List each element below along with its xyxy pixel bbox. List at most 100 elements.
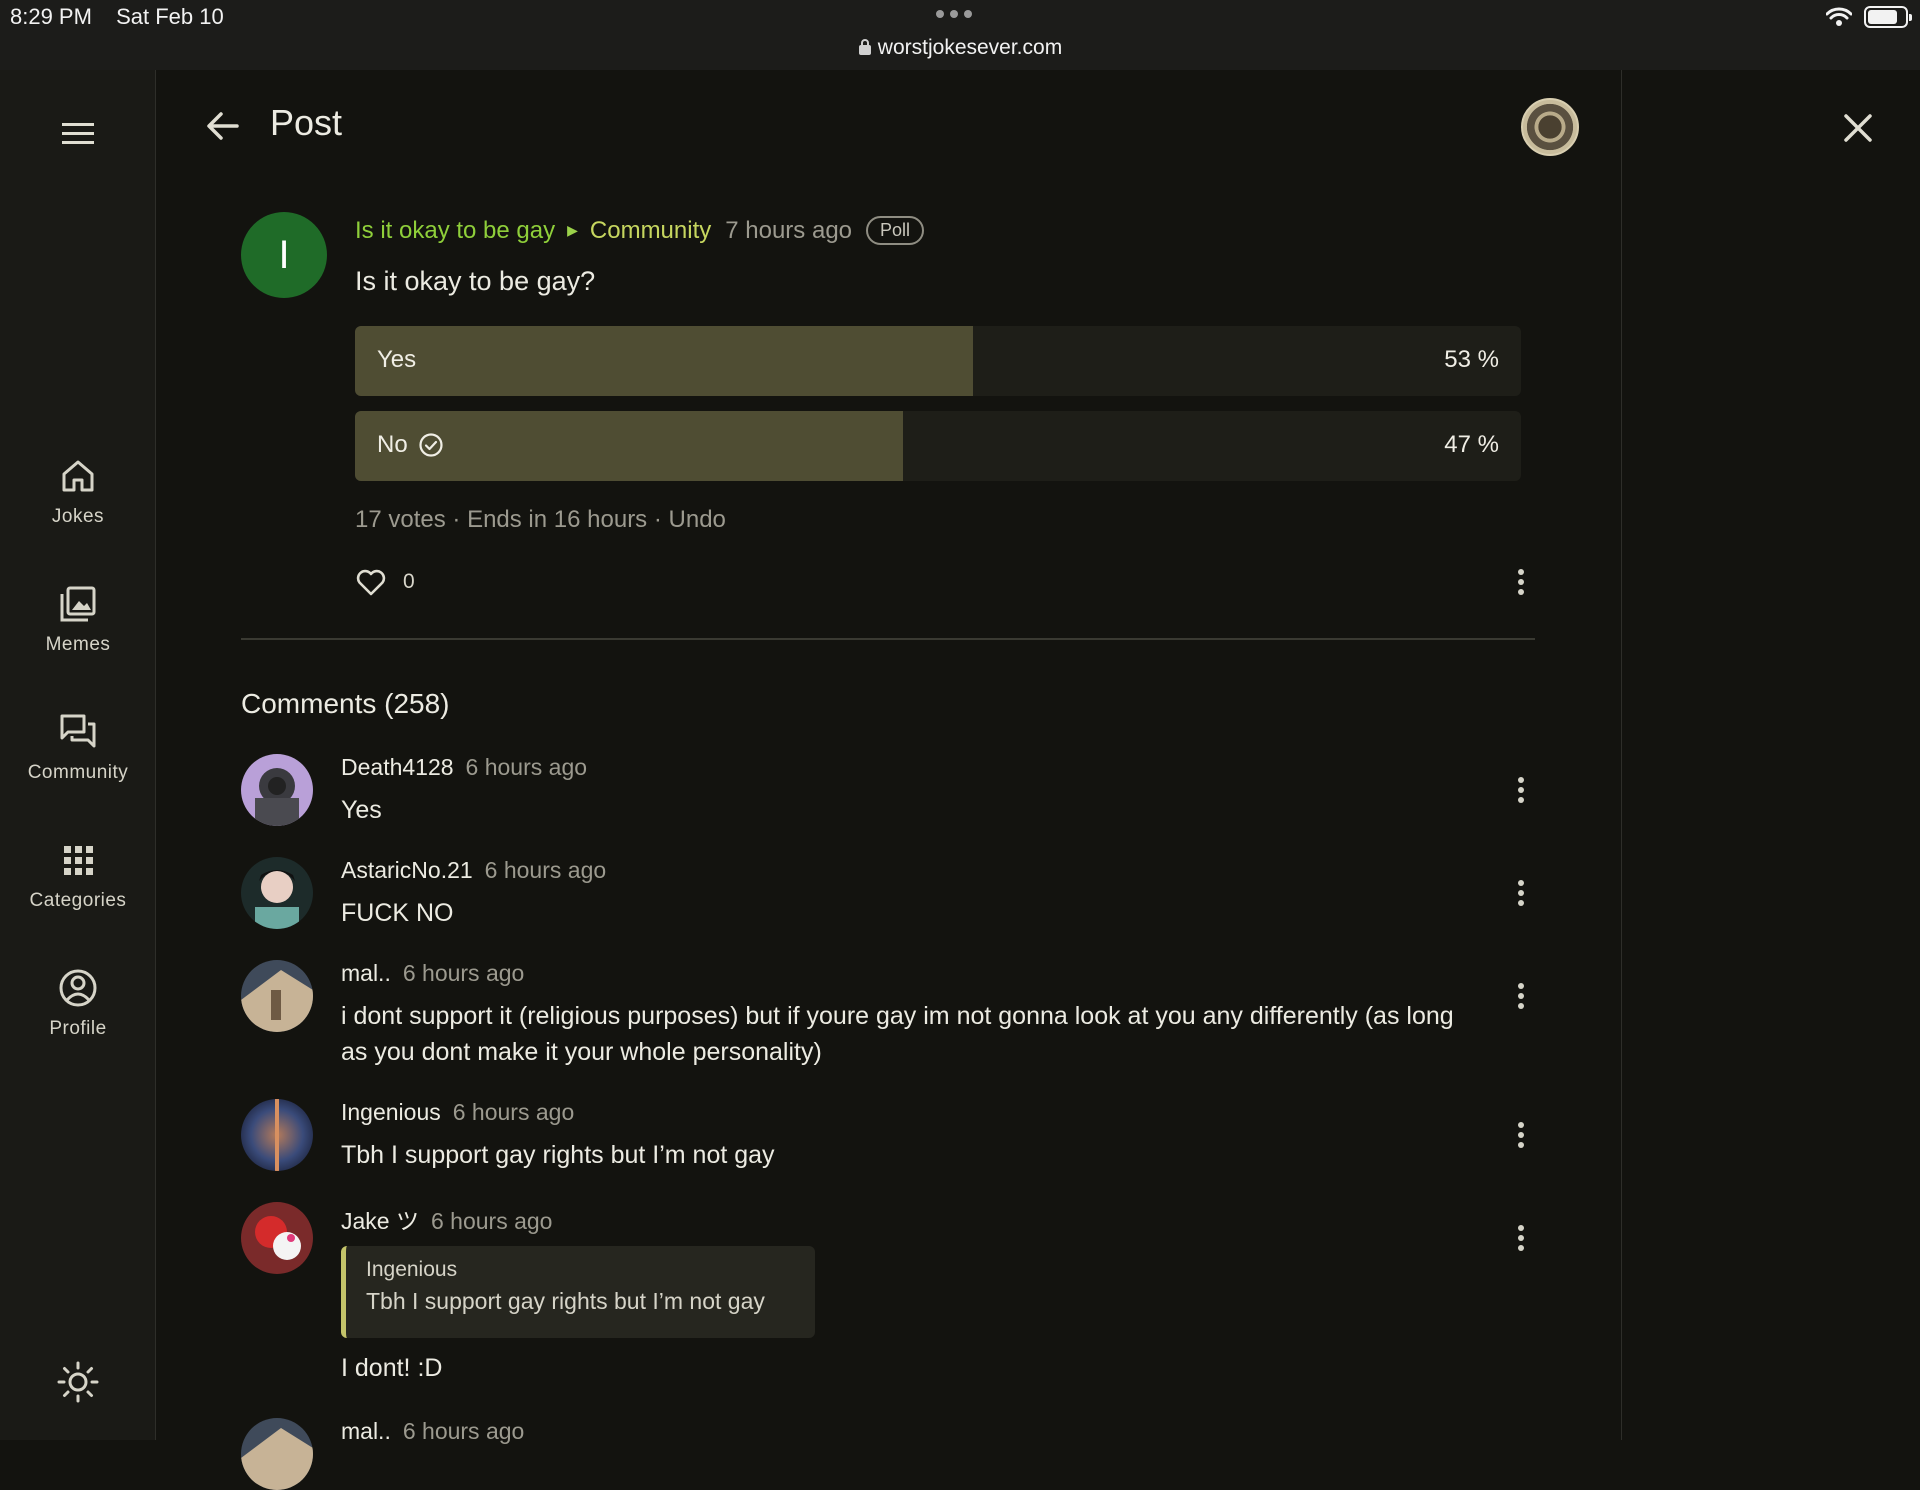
- status-clock: 8:29 PM Sat Feb 10: [10, 4, 242, 30]
- nav-item-categories[interactable]: Categories: [0, 840, 156, 912]
- poll-option-text: Yes: [377, 346, 417, 373]
- grid-icon: [64, 846, 93, 875]
- caret-right-icon: ▶: [567, 222, 578, 238]
- poll-option-text: No: [377, 431, 408, 458]
- comment-more-options-icon[interactable]: [1509, 1220, 1533, 1256]
- comment-username[interactable]: Death4128: [341, 754, 454, 780]
- nav-item-jokes[interactable]: Jokes: [0, 456, 156, 528]
- comment-timestamp: 6 hours ago: [402, 960, 525, 986]
- hamburger-menu-icon[interactable]: [60, 116, 96, 152]
- comment-header: Jake ツ 6 hours ago: [341, 1202, 552, 1236]
- comment-username[interactable]: mal..: [341, 960, 391, 986]
- like-count: 0: [403, 570, 415, 593]
- nav-label-memes: Memes: [45, 634, 111, 655]
- quoted-text: Tbh I support gay rights but I’m not gay: [366, 1288, 765, 1314]
- comment-text: Yes: [341, 796, 382, 824]
- post-panel: Post I Is it okay to be gay ▶ Community …: [157, 70, 1622, 1490]
- home-icon: [62, 460, 94, 492]
- undo-vote-link[interactable]: Undo: [669, 506, 726, 533]
- comment-text: i dont support it (religious purposes) b…: [341, 1002, 1454, 1066]
- post-timestamp: 7 hours ago: [725, 216, 853, 244]
- comment-timestamp: 6 hours ago: [402, 1418, 525, 1444]
- nav-item-profile[interactable]: Profile: [0, 968, 156, 1040]
- url-text: worstjokesever.com: [877, 36, 1063, 59]
- comment-text: I dont! :D: [341, 1354, 443, 1382]
- comment-header: AstaricNo.21 6 hours ago: [341, 857, 606, 884]
- comment-timestamp: 6 hours ago: [430, 1208, 553, 1234]
- like-row: 0: [355, 566, 415, 598]
- comment-header: Death4128 6 hours ago: [341, 754, 587, 781]
- poll-votes: 17 votes: [355, 506, 446, 533]
- check-circle-icon: [419, 433, 443, 457]
- comment-avatar[interactable]: [241, 1202, 313, 1274]
- comment-header: Ingenious 6 hours ago: [341, 1099, 574, 1126]
- comment-timestamp: 6 hours ago: [484, 857, 607, 883]
- comment-text: Tbh I support gay rights but I’m not gay: [341, 1141, 775, 1169]
- poll-option-percent: 47 %: [1444, 431, 1499, 458]
- address-bar[interactable]: worstjokesever.com: [0, 36, 1920, 60]
- comment-username[interactable]: Jake ツ: [341, 1208, 419, 1234]
- nav-label-community: Community: [27, 762, 129, 783]
- browser-status-bar: 8:29 PM Sat Feb 10 worstjokesever.com: [0, 0, 1920, 70]
- post-community-link[interactable]: Community: [590, 217, 711, 245]
- nav-label-profile: Profile: [49, 1018, 107, 1039]
- comment-avatar[interactable]: [241, 960, 313, 1032]
- poll-option-label: No: [377, 431, 444, 459]
- comment-timestamp: 6 hours ago: [452, 1099, 575, 1125]
- heart-icon[interactable]: [355, 566, 387, 598]
- poll-ends: Ends in 16 hours: [467, 506, 648, 533]
- comment-more-options-icon[interactable]: [1509, 978, 1533, 1014]
- comment-more-options-icon[interactable]: [1509, 1117, 1533, 1153]
- comment-more-options-icon[interactable]: [1509, 875, 1533, 911]
- comment-header: mal.. 6 hours ago: [341, 960, 524, 987]
- wifi-icon: [1826, 7, 1852, 26]
- close-icon[interactable]: [1840, 110, 1876, 146]
- quoted-comment[interactable]: Ingenious Tbh I support gay rights but I…: [341, 1246, 815, 1338]
- poll-option-yes[interactable]: Yes 53 %: [355, 326, 1521, 396]
- comment-text: FUCK NO: [341, 899, 454, 927]
- user-avatar[interactable]: [1521, 98, 1579, 156]
- post-group-link[interactable]: Is it okay to be gay: [355, 217, 555, 245]
- comment-avatar[interactable]: [241, 857, 313, 929]
- comment-more-options-icon[interactable]: [1509, 772, 1533, 808]
- comments-title: Comments (258): [241, 688, 450, 719]
- post-header: Post: [157, 70, 1621, 180]
- lock-icon: [858, 39, 871, 55]
- side-navigation: Jokes Memes Community Categories Profile: [0, 70, 156, 1440]
- status-date: Sat Feb 10: [116, 4, 224, 29]
- chat-bubbles-icon: [60, 714, 96, 748]
- nav-label-jokes: Jokes: [51, 506, 105, 527]
- nav-label-categories: Categories: [29, 890, 127, 911]
- comment-username[interactable]: mal..: [341, 1418, 391, 1444]
- comment-username[interactable]: Ingenious: [341, 1099, 441, 1125]
- image-gallery-icon: [60, 586, 96, 622]
- poll-option-no[interactable]: No 47 %: [355, 411, 1521, 481]
- comment-timestamp: 6 hours ago: [465, 754, 588, 780]
- poll-option-percent: 53 %: [1444, 346, 1499, 373]
- comment-header: mal.. 6 hours ago: [341, 1418, 524, 1445]
- comment-avatar[interactable]: [241, 754, 313, 826]
- multitask-dots-icon[interactable]: [936, 10, 972, 18]
- poll-badge: Poll: [866, 216, 925, 245]
- nav-item-community[interactable]: Community: [0, 712, 156, 784]
- back-arrow-icon[interactable]: [205, 108, 241, 144]
- poll-info: 17 votes · Ends in 16 hours · Undo: [355, 506, 726, 533]
- status-time: 8:29 PM: [10, 4, 92, 29]
- battery-icon: [1864, 6, 1912, 28]
- status-indicators: [1826, 6, 1912, 28]
- poll-option-label: Yes: [377, 346, 416, 374]
- page-title: Post: [270, 102, 343, 143]
- post-author-avatar[interactable]: I: [241, 212, 327, 298]
- post-question: Is it okay to be gay?: [355, 266, 596, 296]
- poll-fill: [355, 326, 973, 396]
- nav-item-memes[interactable]: Memes: [0, 584, 156, 656]
- post-meta: Is it okay to be gay ▶ Community 7 hours…: [355, 216, 925, 245]
- sun-theme-icon[interactable]: [56, 1360, 100, 1404]
- comment-username[interactable]: AstaricNo.21: [341, 857, 473, 883]
- comment-avatar[interactable]: [241, 1099, 313, 1171]
- user-circle-icon: [59, 969, 97, 1007]
- comment-avatar[interactable]: [241, 1418, 313, 1490]
- quoted-username: Ingenious: [366, 1258, 458, 1281]
- post-more-options-icon[interactable]: [1509, 564, 1533, 600]
- divider: [241, 638, 1535, 640]
